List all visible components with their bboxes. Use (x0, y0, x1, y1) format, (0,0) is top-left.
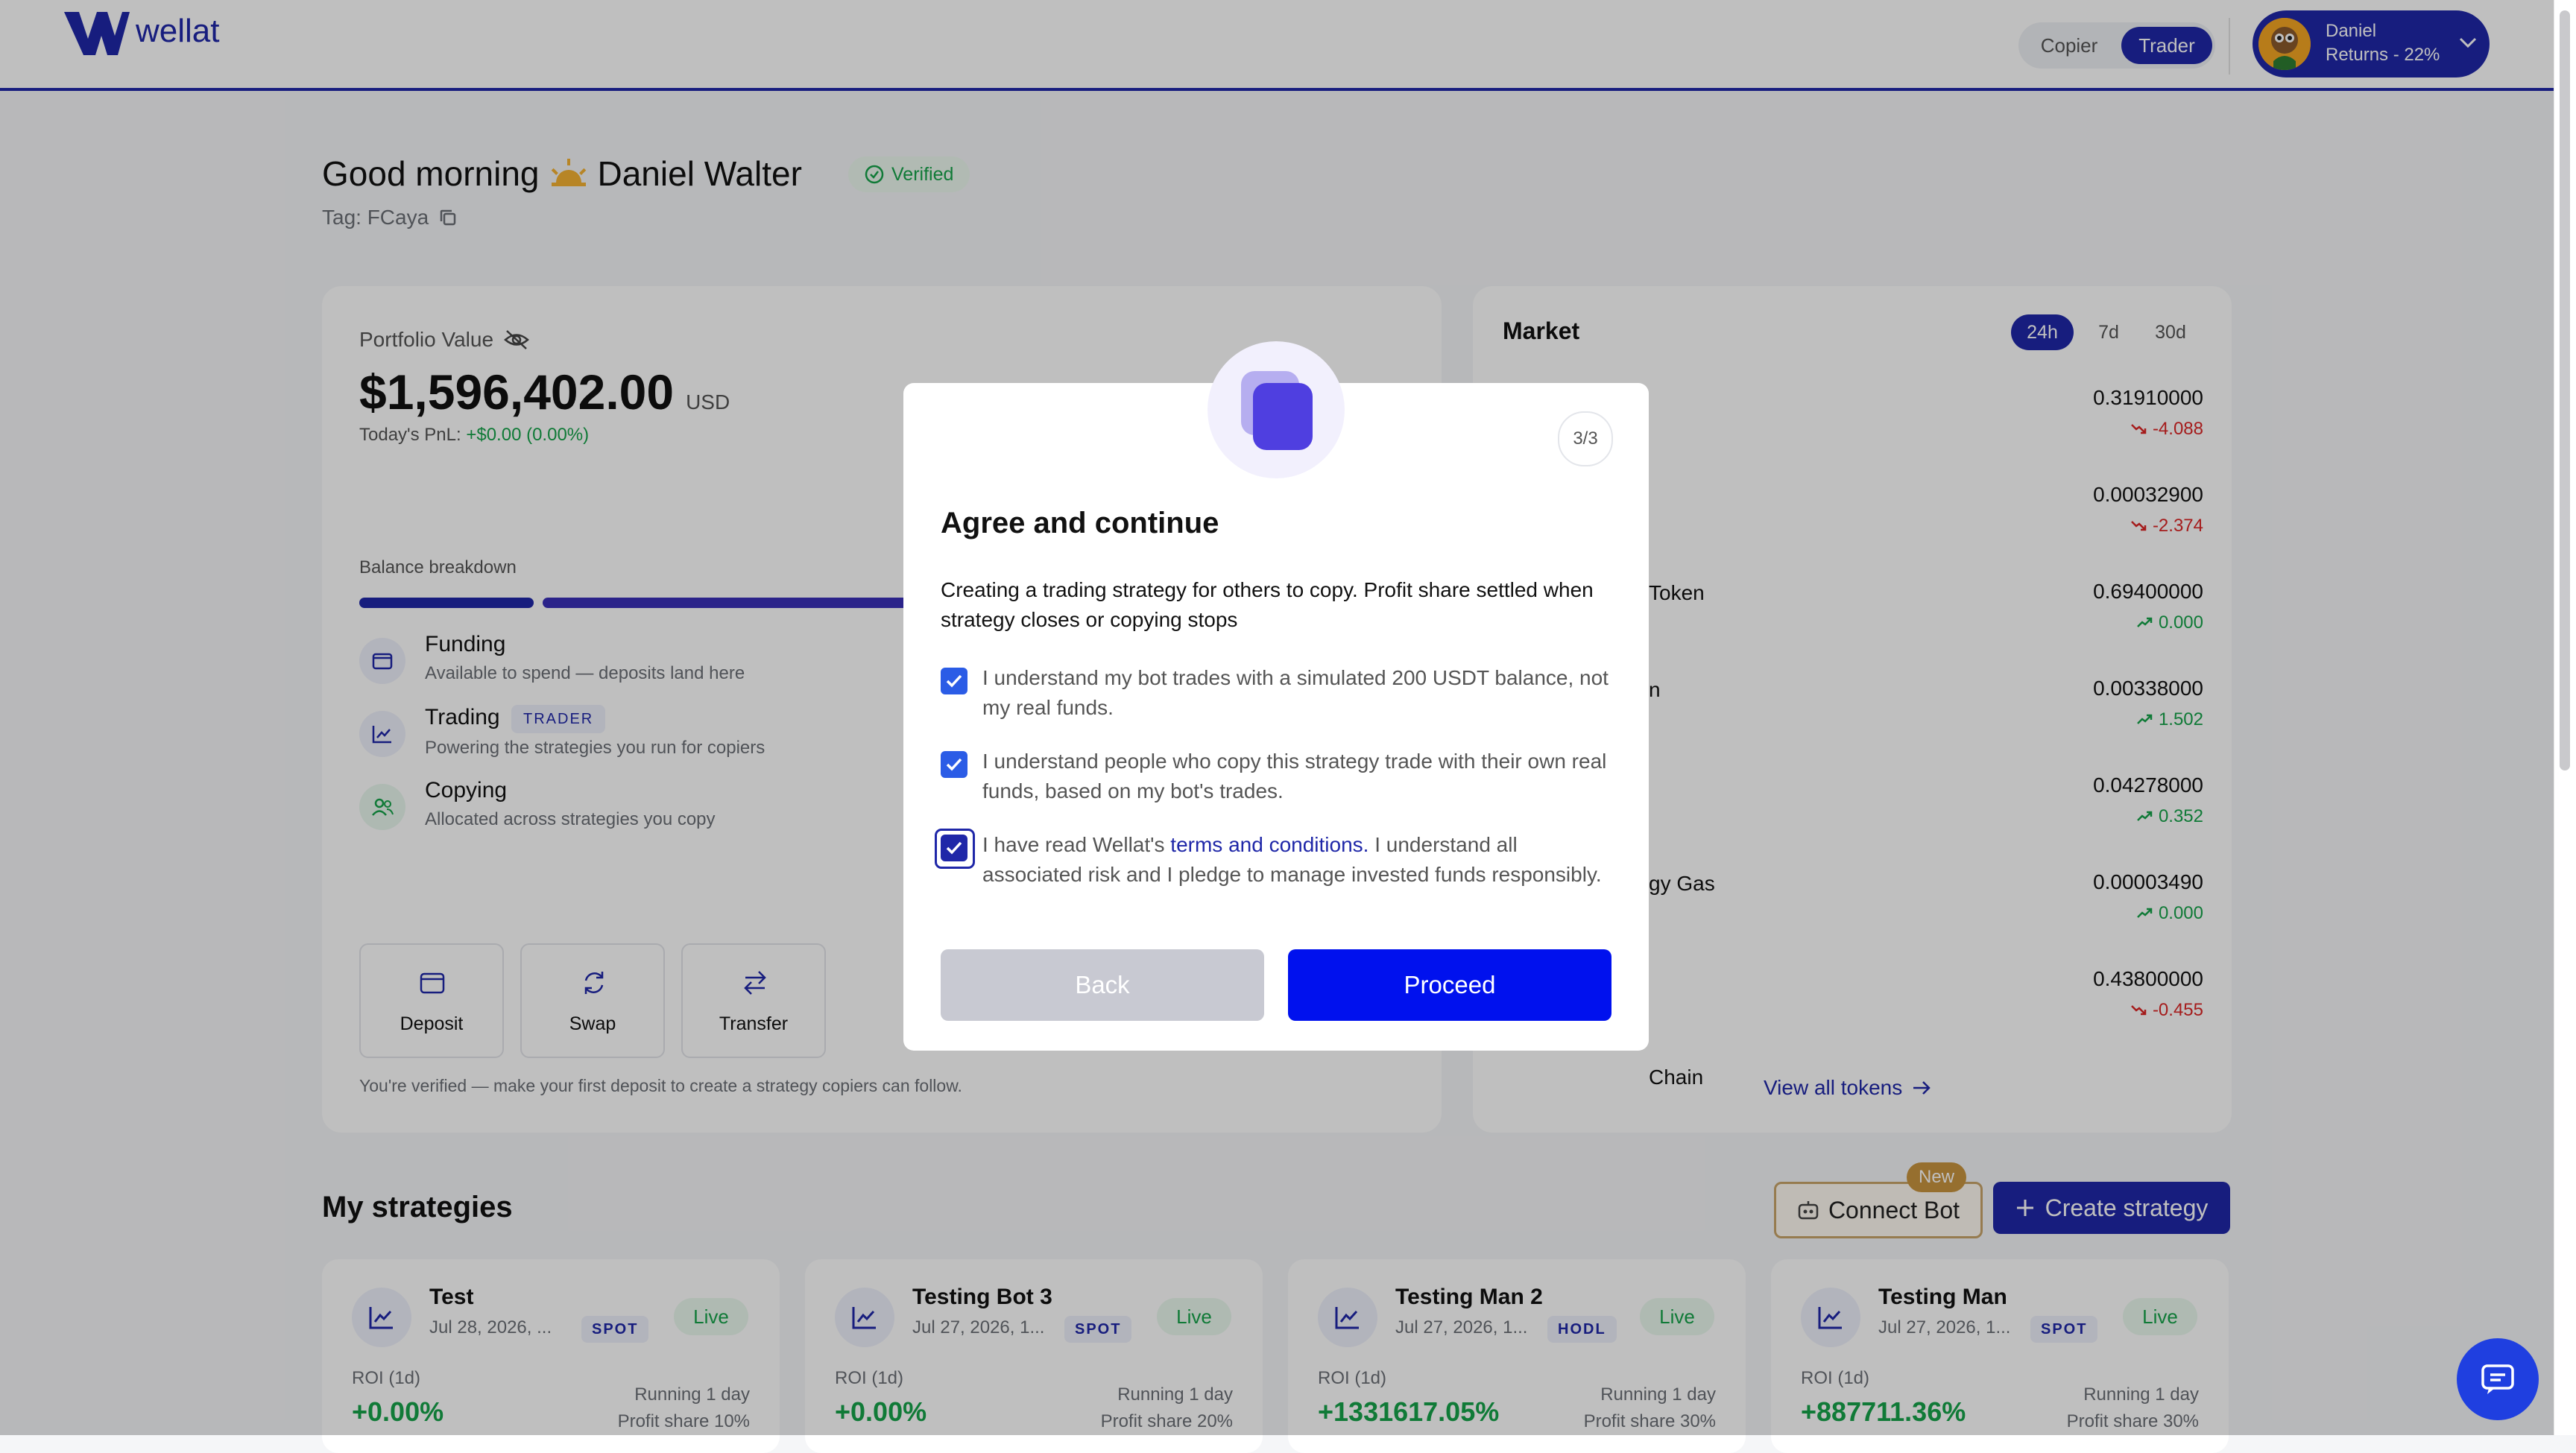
checkmark-icon (946, 758, 962, 771)
stacked-cards-icon (1241, 371, 1313, 450)
check3-label: I have read Wellat's terms and condition… (982, 830, 1616, 890)
check3-checkbox[interactable] (941, 835, 967, 861)
check2-label: I understand people who copy this strate… (982, 750, 1607, 803)
scrollbar-thumb[interactable] (2560, 10, 2570, 770)
chat-button[interactable] (2457, 1338, 2539, 1420)
check3-text-pre: I have read Wellat's (982, 833, 1165, 856)
check1-checkbox[interactable] (941, 668, 967, 694)
proceed-button[interactable]: Proceed (1288, 949, 1611, 1021)
modal-title: Agree and continue (941, 507, 1219, 539)
back-button[interactable]: Back (941, 949, 1264, 1021)
terms-link[interactable]: terms and conditions. (1170, 833, 1368, 856)
checkmark-icon (946, 841, 962, 855)
checkmark-icon (946, 674, 962, 688)
modal-step-indicator: 3/3 (1558, 411, 1613, 466)
check2-checkbox[interactable] (941, 751, 967, 778)
modal-icon-circle (1208, 341, 1345, 478)
check1-label: I understand my bot trades with a simula… (982, 666, 1609, 719)
modal-intro: Creating a trading strategy for others t… (941, 578, 1594, 631)
agree-modal: 3/3 Agree and continue Creating a tradin… (903, 341, 1649, 1051)
chat-icon (2481, 1364, 2514, 1394)
